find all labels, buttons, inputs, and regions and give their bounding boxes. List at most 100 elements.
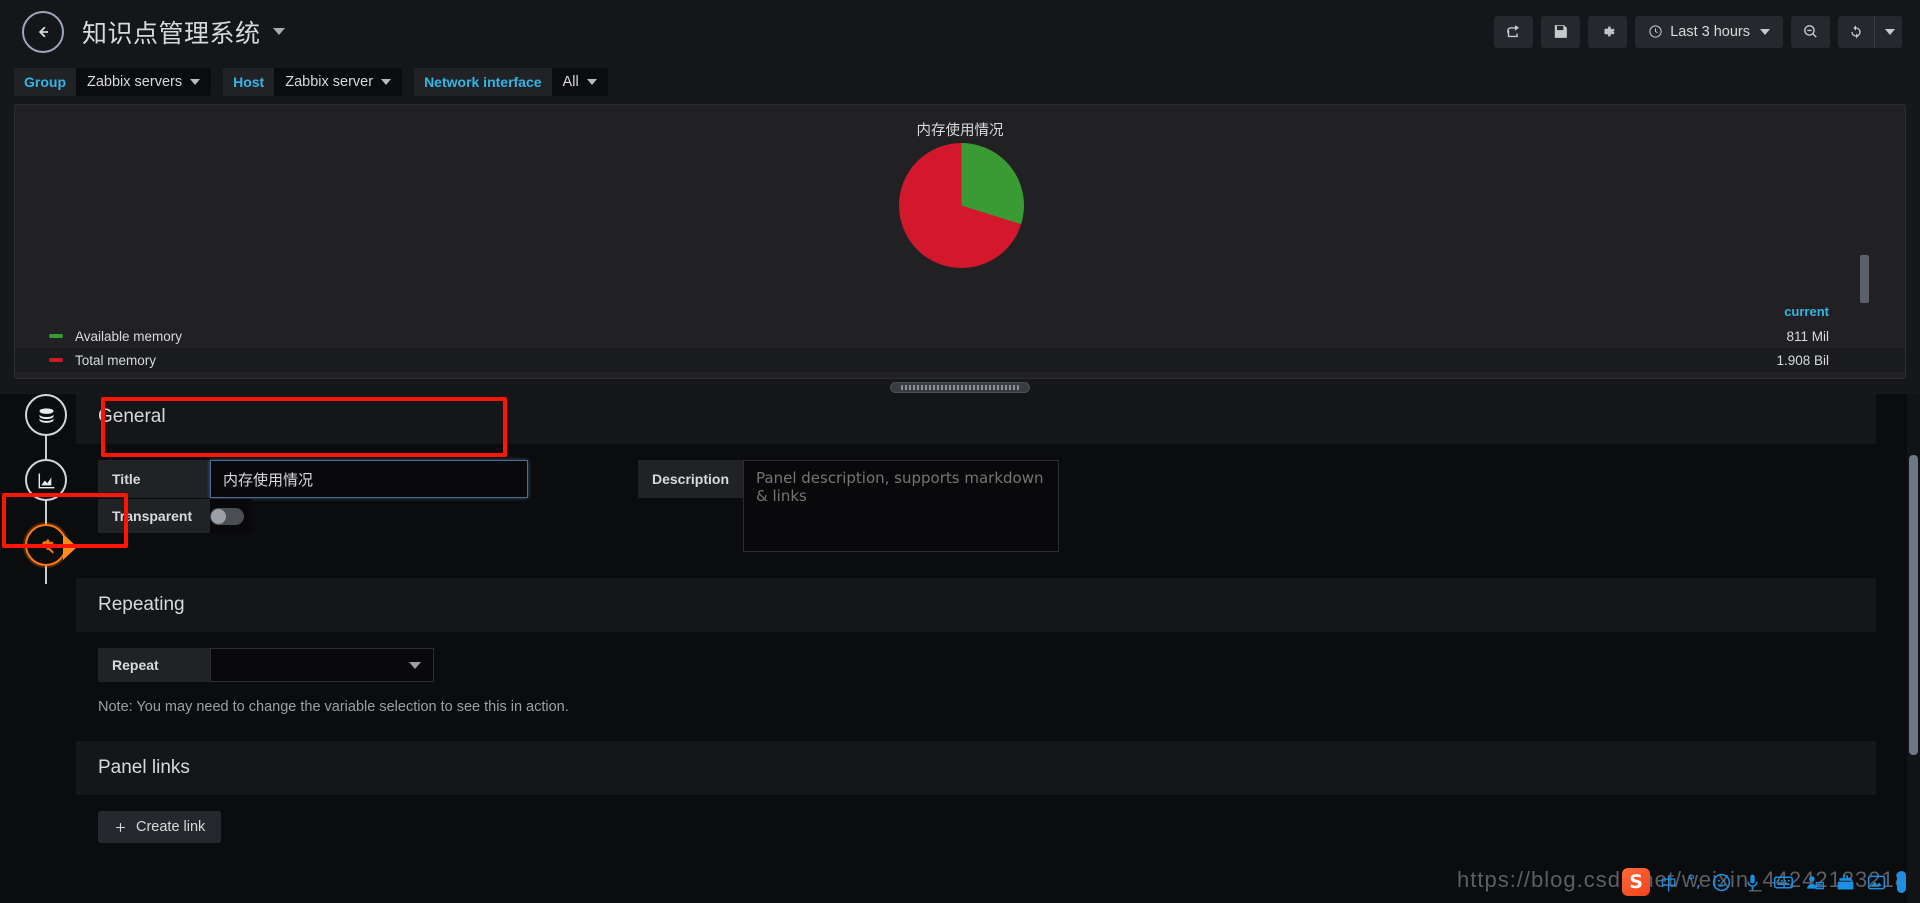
legend-series-value: 1.908 Bil (1776, 352, 1829, 368)
refresh-interval-dropdown[interactable] (1874, 15, 1902, 48)
panel-preview-title: 内存使用情况 (916, 123, 1004, 139)
navbar-actions: Last 3 hours (1494, 15, 1902, 48)
repeat-select[interactable] (210, 648, 434, 682)
ime-toolbox-icon[interactable] (1835, 872, 1856, 893)
grip-dot (965, 385, 967, 390)
grip-dot (917, 385, 919, 390)
repeating-section-body: Repeat Note: You may need to change the … (76, 632, 1876, 735)
panel-preview[interactable]: 内存使用情况 current Available memory 811 Mil … (14, 104, 1906, 379)
panel-legend: current Available memory 811 Mil Total m… (15, 304, 1905, 372)
panel-title-label: Title (98, 460, 210, 498)
grip-dot (961, 385, 963, 390)
grip-dot (953, 385, 955, 390)
general-section: General Title Transparent (76, 394, 1876, 572)
grip-dot (977, 385, 979, 390)
create-link-label: Create link (136, 819, 206, 835)
top-navbar: 知识点管理系统 Last 3 hours (0, 0, 1920, 63)
legend-series-name: Total memory (75, 352, 157, 368)
grip-dot (925, 385, 927, 390)
pie-chart-container (15, 143, 1905, 288)
share-dashboard-button[interactable] (1494, 15, 1534, 48)
grip-dot (993, 385, 995, 390)
toolbox-icon (1837, 875, 1854, 889)
grip-dot (1017, 385, 1019, 390)
ime-language-icon[interactable]: 中 (1660, 870, 1677, 895)
zoom-out-time-button[interactable] (1791, 15, 1830, 48)
ime-keyboard-icon[interactable] (1773, 872, 1794, 893)
chevron-down-icon[interactable] (272, 28, 285, 35)
variable-value-network-interface: All (562, 74, 579, 90)
editor-scrollbar-thumb[interactable] (1909, 455, 1918, 755)
ime-logo-icon[interactable]: S (1622, 868, 1651, 896)
gear-wrench-icon (41, 538, 54, 553)
ime-emoji-icon[interactable] (1711, 872, 1732, 893)
pie-chart[interactable] (898, 143, 1024, 268)
save-dashboard-button[interactable] (1541, 15, 1581, 48)
share-square-icon (1507, 25, 1520, 38)
variable-label-group: Group (14, 68, 76, 96)
refresh-control-group (1838, 15, 1902, 48)
visualization-tab[interactable] (25, 459, 67, 501)
legend-scrollbar[interactable] (1860, 255, 1869, 303)
variable-select-group[interactable]: Zabbix servers (76, 68, 212, 96)
grip-dot (1001, 385, 1003, 390)
grip-dot (945, 385, 947, 390)
ime-punctuation-icon[interactable]: °, (1687, 872, 1701, 892)
grip-dot (941, 385, 943, 390)
panel-description-textarea[interactable] (743, 460, 1060, 552)
grip-dot (949, 385, 951, 390)
panel-links-section-heading: Panel links (76, 741, 1876, 795)
general-left-column: Title Transparent (98, 460, 528, 533)
time-range-picker[interactable]: Last 3 hours (1635, 15, 1783, 48)
repeating-section: Repeating Repeat Note: You may need to c… (76, 578, 1876, 735)
refresh-button[interactable] (1838, 16, 1874, 48)
ime-user-icon[interactable] (1804, 872, 1825, 893)
legend-row-available-memory[interactable]: Available memory 811 Mil (15, 324, 1905, 348)
sogou-ime-toolbar: S 中 °, (1616, 865, 1912, 899)
grip-dot (985, 385, 987, 390)
legend-series-value: 811 Mil (1786, 328, 1829, 344)
transparent-toggle[interactable] (210, 499, 252, 533)
general-section-heading: General (76, 394, 1876, 444)
ime-collapse-handle[interactable] (1897, 871, 1906, 893)
panel-description-label: Description (638, 460, 744, 498)
variable-value-group: Zabbix servers (87, 74, 183, 90)
user-card-icon (1807, 875, 1824, 889)
create-link-button[interactable]: Create link (98, 811, 222, 843)
general-section-body: Title Transparent (76, 444, 1876, 572)
grip-dot (997, 385, 999, 390)
grip-dot (913, 385, 915, 390)
grip-dot (909, 385, 911, 390)
microphone-icon (1747, 874, 1758, 890)
ime-skin-icon[interactable] (1866, 872, 1887, 893)
legend-header-current: current (1784, 304, 1829, 319)
dashboard-title[interactable]: 知识点管理系统 (82, 14, 261, 50)
floppy-disk-icon (1555, 25, 1568, 38)
dashboard-settings-button[interactable] (1588, 15, 1628, 48)
gear-icon (1604, 26, 1615, 37)
panel-links-section: Panel links Create link (76, 741, 1876, 863)
panel-resize-handle[interactable] (890, 382, 1030, 393)
grip-dot (1005, 385, 1007, 390)
template-variables-row: Group Zabbix servers Host Zabbix server … (0, 63, 1920, 101)
plus-icon (116, 822, 125, 832)
clock-icon (1649, 25, 1662, 38)
back-button[interactable] (22, 10, 64, 53)
editor-tab-rail (18, 394, 77, 614)
chevron-down-icon (409, 661, 421, 669)
variable-select-network-interface[interactable]: All (551, 68, 608, 96)
panel-title-input[interactable] (210, 460, 528, 498)
variable-label-host: Host (223, 68, 275, 96)
grip-dot (989, 385, 991, 390)
variable-select-host[interactable]: Zabbix server (274, 68, 403, 96)
queries-tab[interactable] (25, 394, 67, 436)
refresh-icon (1851, 24, 1861, 39)
grip-dot (1013, 385, 1015, 390)
ime-voice-icon[interactable] (1742, 872, 1763, 893)
grip-dot (957, 385, 959, 390)
panel-links-section-body: Create link (76, 795, 1876, 863)
general-settings-tab[interactable] (25, 524, 77, 566)
legend-row-total-memory[interactable]: Total memory 1.908 Bil (15, 348, 1905, 372)
transparent-field: Transparent (98, 499, 528, 533)
legend-color-swatch (49, 358, 63, 362)
